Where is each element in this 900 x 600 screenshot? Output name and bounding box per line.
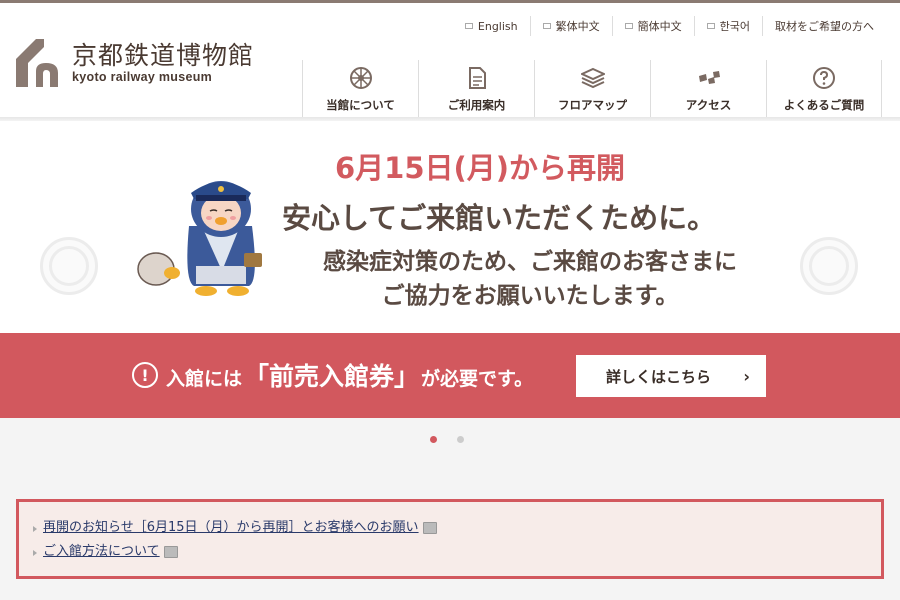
site-header: 京都鉄道博物館 kyoto railway museum English 繁体中…	[0, 3, 900, 120]
logo-title-en: kyoto railway museum	[72, 70, 213, 84]
logo-mark-icon	[16, 39, 58, 87]
slider-pagination	[430, 436, 464, 443]
slider-prev-button[interactable]	[40, 237, 98, 295]
pdf-icon	[163, 546, 178, 558]
exclamation-icon: !	[132, 362, 158, 388]
lang-label: English	[477, 19, 518, 33]
nav-label: アクセス	[685, 98, 732, 112]
logo-title-jp: 京都鉄道博物館	[72, 41, 255, 70]
chevron-right-icon	[809, 246, 849, 286]
slide-message: 感染症対策のため、ご来館のお客さまに ご協力をお願いいたします。	[290, 245, 770, 313]
notice-link-reopening[interactable]: 再開のお知らせ［6月15日（月）から再開］とお客様へのお願い	[33, 516, 881, 540]
wheel-icon	[349, 67, 372, 89]
nav-item-about[interactable]: 当館について	[302, 60, 418, 120]
nav-item-faq[interactable]: よくあるご質問	[766, 60, 882, 120]
lang-link-korean[interactable]: 한국어	[693, 16, 762, 36]
nav-item-floor-map[interactable]: フロアマップ	[534, 60, 650, 120]
slide-heading-date: 6月15日(月)から再開	[334, 151, 626, 185]
notice-box: 再開のお知らせ［6月15日（月）から再開］とお客様へのお願い ご入館方法について	[16, 499, 884, 579]
mascot-illustration	[137, 181, 262, 296]
window-icon	[624, 23, 633, 29]
question-icon	[813, 67, 835, 89]
banner-message: ! 入館には 「前売入館券」 が必要です。	[132, 357, 533, 393]
lang-link-english[interactable]: English	[453, 16, 530, 36]
window-icon	[706, 23, 715, 29]
banner-text-post: が必要です。	[421, 368, 534, 390]
hero-slide: 6月15日(月)から再開 安心してご来館いただくために。 感染症対策のため、ご来…	[0, 121, 900, 333]
banner-text-strong: 「前売入館券」	[244, 362, 420, 391]
window-icon	[542, 23, 551, 29]
details-button-label: 詳しくはこちら	[606, 367, 712, 386]
slider-dot-2[interactable]	[457, 436, 464, 443]
chevron-left-icon	[49, 246, 89, 286]
document-icon	[468, 67, 486, 89]
layers-icon	[580, 67, 605, 89]
banner-text-pre: 入館には	[166, 368, 243, 390]
language-bar: English 繁体中文 簡体中文 한국어 取材をご希望の方へ	[453, 15, 886, 37]
route-icon	[698, 71, 720, 84]
nav-item-access[interactable]: アクセス	[650, 60, 766, 120]
nav-item-guide[interactable]: ご利用案内	[418, 60, 534, 120]
logo-text: 京都鉄道博物館 kyoto railway museum	[72, 41, 255, 85]
ticket-banner: ! 入館には 「前売入館券」 が必要です。 詳しくはこちら ›	[0, 333, 900, 418]
main-nav: 当館について ご利用案内 フロアマップ アクセス よくあるご質問	[302, 60, 882, 120]
slide-message-line1: 感染症対策のため、ご来館のお客さまに	[323, 249, 737, 275]
site-logo[interactable]: 京都鉄道博物館 kyoto railway museum	[14, 37, 254, 89]
nav-label: フロアマップ	[558, 98, 627, 112]
nav-label: 当館について	[326, 98, 395, 112]
notice-link-admission[interactable]: ご入館方法について	[33, 540, 881, 564]
nav-label: よくあるご質問	[783, 98, 865, 112]
nav-label: ご利用案内	[447, 98, 506, 112]
press-link[interactable]: 取材をご希望の方へ	[762, 16, 886, 36]
press-label: 取材をご希望の方へ	[775, 20, 874, 33]
pdf-icon	[422, 522, 437, 534]
lang-link-traditional-chinese[interactable]: 繁体中文	[529, 16, 612, 36]
banner-text: 入館には 「前売入館券」 が必要です。	[166, 357, 533, 393]
slide-heading-main: 安心してご来館いただくために。	[282, 201, 717, 235]
slider-dot-1[interactable]	[430, 436, 437, 443]
slider-next-button[interactable]	[800, 237, 858, 295]
chevron-right-icon: ›	[743, 366, 750, 386]
lang-link-simplified-chinese[interactable]: 簡体中文	[611, 16, 694, 36]
lang-label: 한국어	[719, 20, 750, 33]
lang-label: 繁体中文	[555, 20, 600, 33]
window-icon	[464, 23, 473, 29]
notice-link-label: 再開のお知らせ［6月15日（月）から再開］とお客様へのお願い	[43, 520, 419, 535]
notice-link-label: ご入館方法について	[43, 544, 160, 559]
lang-label: 簡体中文	[637, 20, 682, 33]
slide-message-line2: ご協力をお願いいたします。	[381, 283, 679, 309]
details-button[interactable]: 詳しくはこちら ›	[576, 355, 766, 397]
